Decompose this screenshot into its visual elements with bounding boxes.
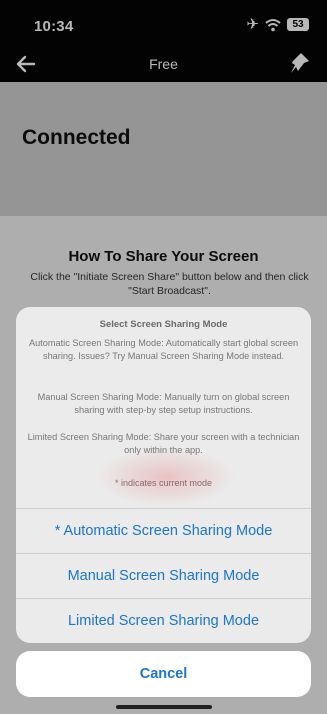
manual-mode-description: Manual Screen Sharing Mode: Manually tur… bbox=[37, 392, 290, 415]
current-mode-note: * indicates current mode bbox=[114, 478, 213, 488]
cancel-button[interactable]: Cancel bbox=[16, 651, 311, 697]
automatic-mode-description: Automatic Screen Sharing Mode: Automatic… bbox=[28, 338, 299, 361]
manual-mode-button[interactable]: Manual Screen Sharing Mode bbox=[16, 553, 311, 598]
limited-mode-button[interactable]: Limited Screen Sharing Mode bbox=[16, 598, 311, 643]
action-sheet: Select Screen Sharing Mode Automatic Scr… bbox=[16, 307, 311, 643]
action-sheet-header: Select Screen Sharing Mode Automatic Scr… bbox=[16, 307, 311, 508]
action-sheet-title: Select Screen Sharing Mode bbox=[99, 319, 228, 330]
home-indicator bbox=[116, 705, 212, 709]
automatic-mode-button[interactable]: * Automatic Screen Sharing Mode bbox=[16, 508, 311, 553]
limited-mode-description: Limited Screen Sharing Mode: Share your … bbox=[27, 432, 300, 455]
